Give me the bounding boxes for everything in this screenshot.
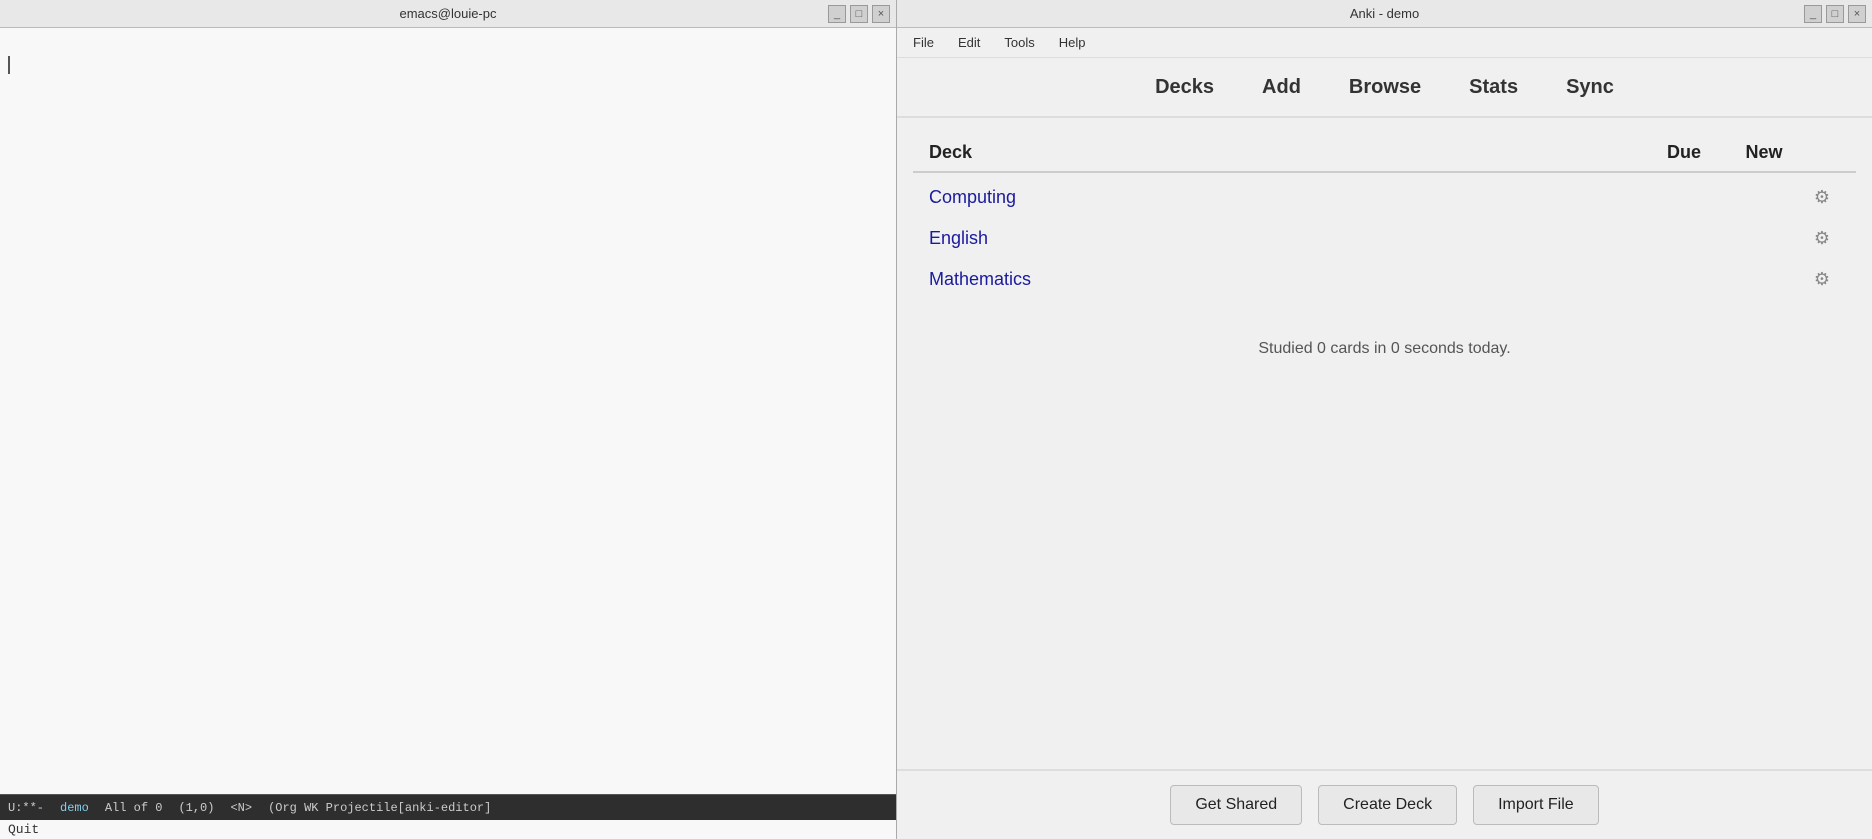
deck-row-computing[interactable]: Computing ⚙ bbox=[913, 177, 1856, 218]
deck-row-mathematics[interactable]: Mathematics ⚙ bbox=[913, 259, 1856, 300]
emacs-minimize-button[interactable]: _ bbox=[828, 5, 846, 23]
deck-row-english[interactable]: English ⚙ bbox=[913, 218, 1856, 259]
emacs-mode-indicator: U:**- bbox=[8, 801, 44, 815]
anki-menubar: File Edit Tools Help bbox=[897, 28, 1872, 58]
deck-gear-computing[interactable]: ⚙ bbox=[1804, 187, 1840, 208]
menu-file[interactable]: File bbox=[905, 33, 942, 52]
emacs-title: emacs@louie-pc bbox=[399, 6, 496, 21]
menu-edit[interactable]: Edit bbox=[950, 33, 988, 52]
deck-header-due: Due bbox=[1644, 142, 1724, 163]
deck-header-new: New bbox=[1724, 142, 1804, 163]
deck-gear-english[interactable]: ⚙ bbox=[1804, 228, 1840, 249]
emacs-titlebar: emacs@louie-pc _ □ × bbox=[0, 0, 896, 28]
anki-footer: Get Shared Create Deck Import File bbox=[897, 769, 1872, 839]
emacs-quit-label: Quit bbox=[8, 822, 39, 837]
menu-tools[interactable]: Tools bbox=[996, 33, 1042, 52]
toolbar-stats-button[interactable]: Stats bbox=[1457, 72, 1530, 103]
emacs-window: emacs@louie-pc _ □ × U:**- demo All of 0… bbox=[0, 0, 897, 839]
deck-gear-mathematics[interactable]: ⚙ bbox=[1804, 269, 1840, 290]
deck-table-header: Deck Due New bbox=[913, 134, 1856, 173]
anki-titlebar: Anki - demo _ □ × bbox=[897, 0, 1872, 28]
anki-window: Anki - demo _ □ × File Edit Tools Help D… bbox=[897, 0, 1872, 839]
anki-title: Anki - demo bbox=[1350, 6, 1419, 21]
emacs-quit-area: Quit bbox=[0, 820, 896, 839]
emacs-line-col: (1,0) bbox=[178, 801, 214, 815]
emacs-editor-area[interactable] bbox=[0, 28, 896, 794]
anki-window-controls: _ □ × bbox=[1804, 5, 1866, 23]
anki-close-button[interactable]: × bbox=[1848, 5, 1866, 23]
studied-text: Studied 0 cards in 0 seconds today. bbox=[913, 340, 1856, 358]
toolbar-add-button[interactable]: Add bbox=[1250, 72, 1313, 103]
anki-toolbar: Decks Add Browse Stats Sync bbox=[897, 58, 1872, 118]
import-file-button[interactable]: Import File bbox=[1473, 785, 1599, 825]
anki-content-area: Deck Due New Computing ⚙ English ⚙ Mathe… bbox=[897, 118, 1872, 769]
emacs-minor-modes: (Org WK Projectile[anki-editor] bbox=[268, 801, 491, 815]
toolbar-browse-button[interactable]: Browse bbox=[1337, 72, 1433, 103]
emacs-buffer-name: demo bbox=[60, 801, 89, 815]
emacs-maximize-button[interactable]: □ bbox=[850, 5, 868, 23]
deck-header-name: Deck bbox=[929, 142, 1644, 163]
anki-minimize-button[interactable]: _ bbox=[1804, 5, 1822, 23]
deck-name-computing: Computing bbox=[929, 187, 1644, 208]
deck-name-mathematics: Mathematics bbox=[929, 269, 1644, 290]
emacs-position: All of 0 bbox=[105, 801, 163, 815]
toolbar-sync-button[interactable]: Sync bbox=[1554, 72, 1626, 103]
emacs-extra: <N> bbox=[230, 801, 252, 815]
menu-help[interactable]: Help bbox=[1051, 33, 1094, 52]
create-deck-button[interactable]: Create Deck bbox=[1318, 785, 1457, 825]
emacs-window-controls: _ □ × bbox=[828, 5, 890, 23]
get-shared-button[interactable]: Get Shared bbox=[1170, 785, 1302, 825]
deck-name-english: English bbox=[929, 228, 1644, 249]
emacs-statusbar: U:**- demo All of 0 (1,0) <N> (Org WK Pr… bbox=[0, 794, 896, 820]
anki-maximize-button[interactable]: □ bbox=[1826, 5, 1844, 23]
toolbar-decks-button[interactable]: Decks bbox=[1143, 72, 1226, 103]
emacs-cursor bbox=[8, 56, 10, 74]
emacs-close-button[interactable]: × bbox=[872, 5, 890, 23]
